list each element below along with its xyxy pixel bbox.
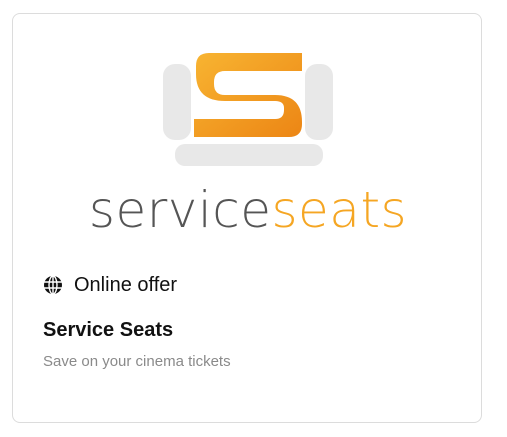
- offer-subtitle: Save on your cinema tickets: [43, 353, 231, 370]
- s-letter-shape: [192, 51, 304, 139]
- globe-icon: [43, 275, 63, 295]
- offer-type-label: Online offer: [74, 273, 178, 296]
- offer-type-row: Online offer: [43, 272, 177, 298]
- logo-word-seats: seats: [271, 181, 408, 239]
- seat-right-arm: [305, 64, 333, 140]
- seat-base: [175, 144, 323, 166]
- offer-title[interactable]: Service Seats: [43, 319, 173, 342]
- service-seats-logo: serviceseats: [13, 14, 483, 254]
- offer-card[interactable]: serviceseats Online offer Service Seats …: [12, 13, 482, 423]
- logo-wordmark: serviceseats: [13, 180, 483, 240]
- logo-word-service: service: [88, 181, 272, 239]
- seat-s-logo-icon: [163, 51, 333, 166]
- seat-left-arm: [163, 64, 191, 140]
